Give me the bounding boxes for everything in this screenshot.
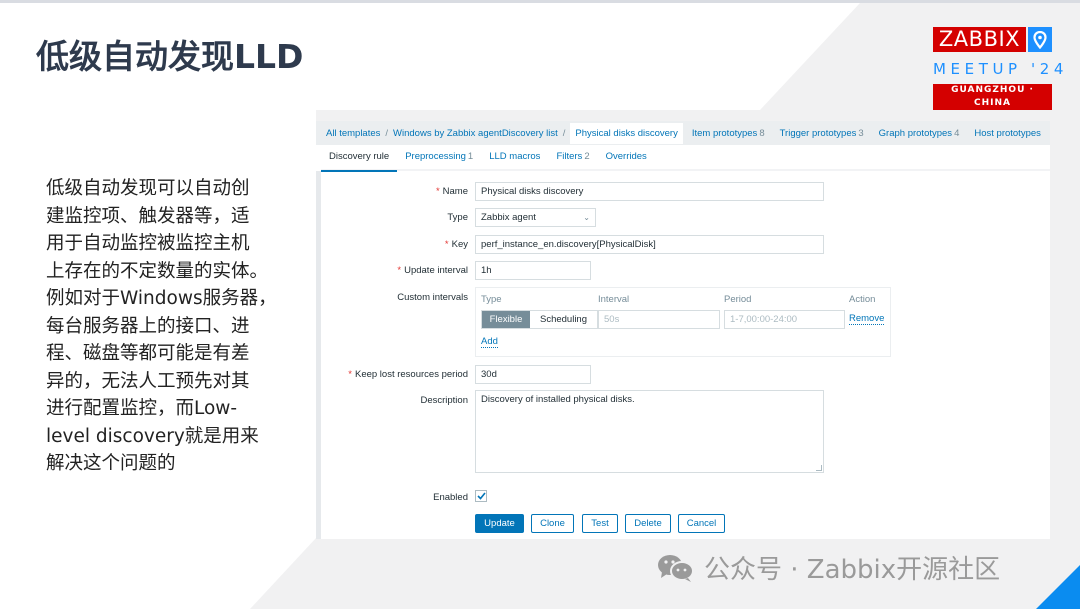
link-host-prototypes[interactable]: Host prototypes (974, 128, 1041, 139)
wechat-watermark: 公众号 · Zabbix开源社区 (656, 549, 1000, 586)
update-interval-input[interactable]: 1h (475, 261, 591, 280)
description-textarea[interactable]: Discovery of installed physical disks. (475, 390, 824, 473)
body-line: 用于自动监控被监控主机 (46, 233, 250, 254)
tab-filters[interactable]: Filters 2 (556, 144, 589, 170)
breadcrumb-discovery-list[interactable]: Discovery list (502, 128, 558, 139)
slide-title: 低级自动发现LLD (36, 37, 304, 76)
delete-button[interactable]: Delete (625, 514, 671, 533)
update-interval-label: * Update interval (397, 265, 468, 276)
body-line: 上存在的不定数量的实体。 (46, 260, 269, 282)
column-header-interval: Interval (598, 294, 630, 305)
type-label: Type (447, 212, 468, 223)
location-pin-icon (1028, 27, 1052, 52)
count-badge: 4 (954, 127, 960, 139)
breadcrumb-all-templates[interactable]: All templates (326, 128, 380, 139)
body-line: 低级自动发现可以自动创 (46, 178, 250, 199)
cancel-button[interactable]: Cancel (678, 514, 725, 533)
body-line: 进行配置监控，而Low- (46, 398, 238, 419)
link-item-prototypes[interactable]: Item prototypes 8 (692, 128, 765, 139)
breadcrumb-template[interactable]: Windows by Zabbix agent (393, 128, 502, 139)
custom-intervals-label: Custom intervals (397, 292, 468, 303)
body-line: 程、磁盘等都可能是有差 (46, 343, 250, 364)
type-scheduling-option[interactable]: Scheduling (530, 311, 597, 328)
keep-lost-resources-input[interactable]: 30d (475, 365, 591, 384)
type-select[interactable]: Zabbix agent ⌄ (475, 208, 596, 227)
update-button[interactable]: Update (475, 514, 524, 533)
body-line: 每台服务器上的接口、进 (46, 315, 250, 337)
wechat-icon (658, 554, 694, 582)
count-badge: 3 (858, 127, 864, 139)
logo-event: MEETUP '24 (933, 60, 1069, 78)
column-header-action: Action (849, 294, 876, 305)
count-badge: 8 (759, 127, 765, 139)
clone-button[interactable]: Clone (531, 514, 574, 533)
keep-lost-resources-label: * Keep lost resources period (348, 369, 468, 380)
enabled-checkbox[interactable] (475, 490, 487, 502)
breadcrumb-separator: / (562, 127, 566, 139)
remove-interval-link[interactable]: Remove (849, 313, 885, 325)
resize-handle-icon[interactable] (816, 465, 822, 471)
logo-brand: ZABBIX (933, 27, 1026, 52)
breadcrumb: All templates / Windows by Zabbix agent … (316, 121, 1050, 145)
body-line: 解决这个问题的 (46, 453, 176, 474)
description-label: Description (420, 395, 468, 406)
type-flexible-option[interactable]: Flexible (482, 311, 530, 328)
enabled-label: Enabled (433, 492, 468, 503)
link-graph-prototypes[interactable]: Graph prototypes 4 (879, 128, 960, 139)
watermark-text: 公众号 · Zabbix开源社区 (704, 555, 1001, 585)
chevron-down-icon: ⌄ (583, 213, 590, 222)
name-label: * Name (435, 186, 468, 197)
key-input[interactable]: perf_instance_en.discovery[PhysicalDisk] (475, 235, 824, 254)
key-label: * Key (444, 239, 468, 250)
tab-overrides[interactable]: Overrides (606, 144, 647, 170)
column-header-period: Period (724, 294, 752, 305)
interval-type-toggle: Flexible Scheduling (481, 310, 598, 329)
count-badge: 2 (584, 151, 590, 162)
breadcrumb-separator: / (385, 127, 389, 139)
custom-intervals-table: Type Interval Period Action Flexible Sch… (475, 287, 891, 357)
zabbix-meetup-logo: ZABBIX MEETUP '24 GUANGZHOU · CHINA (933, 27, 1069, 110)
period-input[interactable]: 1-7,00:00-24:00 (724, 310, 845, 329)
panel-left-border (316, 171, 321, 539)
column-header-type: Type (481, 294, 502, 305)
breadcrumb-current[interactable]: Physical disks discovery (570, 122, 683, 144)
tab-lld-macros[interactable]: LLD macros (489, 144, 540, 170)
slide-body-text: 低级自动发现可以自动创 建监控项、触发器等，适 用于自动监控被监控主机 上存在的… (46, 175, 296, 478)
count-badge: 1 (467, 151, 474, 162)
checkmark-icon (476, 492, 486, 500)
link-trigger-prototypes[interactable]: Trigger prototypes 3 (780, 128, 864, 139)
tab-discovery-rule[interactable]: Discovery rule (320, 144, 398, 172)
tab-preprocessing[interactable]: Preprocessing 1 (405, 144, 473, 170)
body-line: 异的，无法人工预先对其 (46, 370, 250, 392)
form-tabs: Discovery rule Preprocessing 1 LLD macros… (320, 144, 1050, 172)
body-line: level discovery就是用来 (46, 425, 259, 447)
name-input[interactable]: Physical disks discovery (475, 182, 824, 201)
test-button[interactable]: Test (582, 514, 618, 533)
logo-location: GUANGZHOU · CHINA (933, 84, 1052, 110)
zabbix-discovery-rule-screenshot: All templates / Windows by Zabbix agent … (316, 121, 1050, 539)
body-line: 建监控项、触发器等，适 (46, 205, 250, 227)
body-line: 例如对于Windows服务器， (46, 288, 277, 309)
interval-input[interactable]: 50s (598, 310, 720, 329)
add-interval-link[interactable]: Add (481, 336, 498, 348)
